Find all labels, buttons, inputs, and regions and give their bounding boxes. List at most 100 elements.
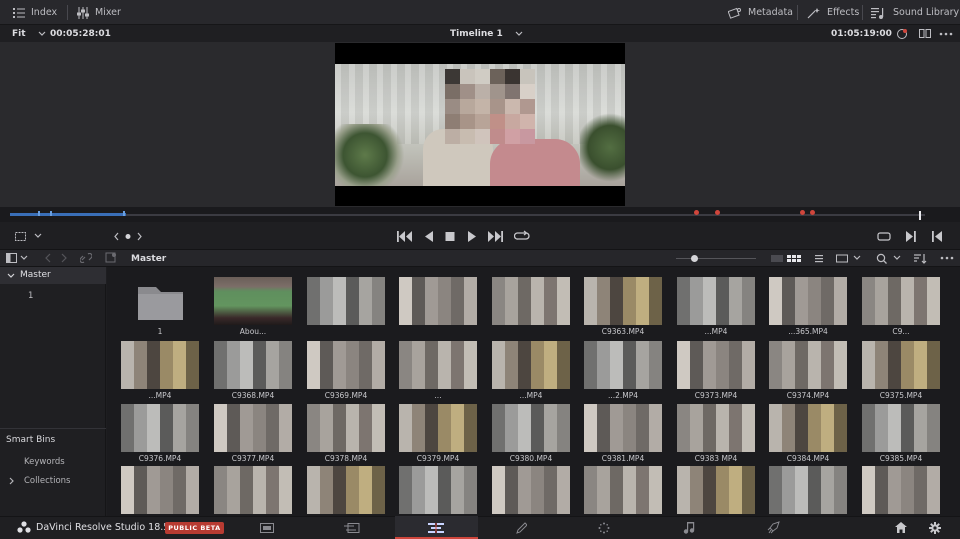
pool-options-icon[interactable] [940,255,954,261]
metadata-button[interactable]: Metadata [728,0,793,25]
media-clip-thumbnail[interactable] [307,341,385,389]
media-clip-thumbnail[interactable] [307,404,385,452]
thumbnail-size-slider[interactable] [676,258,756,259]
media-page-icon[interactable] [252,516,282,539]
media-clip-thumbnail[interactable] [492,277,570,325]
go-to-end-icon[interactable] [487,231,503,242]
clip-name-label: 1 [157,327,163,336]
media-clip-thumbnail[interactable] [769,404,847,452]
settings-gear-icon[interactable] [920,516,950,539]
media-clip-thumbnail[interactable] [399,466,477,514]
zoom-dropdown[interactable]: Fit [12,25,46,42]
clip-name-label: C9381.MP4 [601,454,645,463]
media-clip-thumbnail[interactable] [492,404,570,452]
media-clip-thumbnail[interactable] [862,404,940,452]
bin-title: Master [131,253,167,264]
sound-library-label: Sound Library [893,7,960,18]
timeline-dropdown[interactable]: Timeline 1 [450,25,523,42]
media-clip-thumbnail[interactable] [862,277,940,325]
media-clip-thumbnail[interactable] [584,404,662,452]
marker-red[interactable] [694,210,699,215]
davinci-logo-icon [17,521,31,533]
clip-view-dropdown[interactable] [836,253,864,264]
stop-icon[interactable] [445,231,455,242]
media-clip-thumbnail[interactable] [399,404,477,452]
playhead[interactable] [919,211,921,220]
effects-button[interactable]: Effects [807,0,859,25]
media-clip-thumbnail[interactable] [677,341,755,389]
scrubber-track[interactable] [10,214,925,216]
media-clip-thumbnail[interactable] [769,341,847,389]
next-edit-icon[interactable] [905,231,917,242]
clip-name-label: ... [434,391,442,400]
deliver-page-icon[interactable] [758,516,788,539]
go-to-start-icon[interactable] [397,231,413,242]
audio-sync-icon[interactable] [896,28,908,40]
media-clip-thumbnail[interactable] [862,466,940,514]
public-beta-badge: PUBLIC BETA [165,522,224,534]
folder-icon [138,287,183,320]
media-clip-thumbnail[interactable] [677,277,755,325]
media-clip-thumbnail[interactable] [121,404,199,452]
edit-page-icon[interactable] [421,516,451,539]
view-mode-toggle[interactable] [771,253,831,264]
play-reverse-icon[interactable] [424,231,434,242]
media-clip-thumbnail[interactable] [121,466,199,514]
media-clip-thumbnail[interactable] [492,341,570,389]
clip-navigator[interactable] [113,232,143,241]
sound-library-button[interactable]: Sound Library [871,0,959,25]
marker-red[interactable] [810,210,815,215]
media-clip-thumbnail[interactable] [214,277,292,325]
viewer-frame[interactable] [335,43,625,206]
marker-red[interactable] [715,210,720,215]
more-options-icon[interactable] [939,29,953,38]
fusion-page-icon[interactable] [506,516,536,539]
smart-bin-collections[interactable]: Collections [24,476,70,486]
media-clip-thumbnail[interactable] [862,341,940,389]
media-clip-thumbnail[interactable] [307,466,385,514]
prev-edit-icon[interactable] [931,231,943,242]
media-pool-grid: 1 Abou... C9363.MP4 ...MP4 ...365.MP4 C9.....… [107,267,960,516]
media-clip-thumbnail[interactable] [584,277,662,325]
media-clip-thumbnail[interactable] [584,466,662,514]
bin-folder[interactable] [121,277,199,325]
media-clip-thumbnail[interactable] [399,341,477,389]
marker-red[interactable] [800,210,805,215]
index-button[interactable]: Index [13,0,57,25]
media-clip-thumbnail[interactable] [121,341,199,389]
cut-page-icon[interactable] [337,516,367,539]
media-clip-thumbnail[interactable] [492,466,570,514]
media-clip-thumbnail[interactable] [769,277,847,325]
dual-viewer-icon[interactable] [919,29,931,38]
color-page-icon[interactable] [589,516,619,539]
media-clip-thumbnail[interactable] [584,341,662,389]
media-clip-thumbnail[interactable] [214,466,292,514]
match-frame-icon[interactable] [877,231,891,242]
panel-toggle-icon[interactable] [6,253,36,263]
sort-icon[interactable] [913,253,927,264]
link-icon[interactable] [80,253,92,263]
media-clip-thumbnail[interactable] [214,404,292,452]
slider-handle[interactable] [691,255,698,262]
nav-arrows[interactable] [44,253,72,263]
metadata-label: Metadata [748,7,793,18]
media-clip-thumbnail[interactable] [307,277,385,325]
chevron-right-icon[interactable] [9,477,15,485]
mixer-button[interactable]: Mixer [77,0,121,25]
smart-bin-keywords[interactable]: Keywords [24,457,65,467]
clip-name-label: C9376.MP4 [138,454,182,463]
search-icon[interactable] [876,253,904,264]
media-clip-thumbnail[interactable] [214,341,292,389]
media-clip-thumbnail[interactable] [677,404,755,452]
fairlight-page-icon[interactable] [674,516,704,539]
media-clip-thumbnail[interactable] [769,466,847,514]
play-icon[interactable] [467,231,477,242]
bin-tree-master[interactable]: Master [0,267,106,284]
safe-area-icon[interactable] [15,232,43,241]
bin-tree-item-1[interactable]: 1 [28,291,33,301]
loop-icon[interactable] [514,230,530,242]
media-clip-thumbnail[interactable] [677,466,755,514]
filter-icon[interactable] [105,252,117,264]
home-icon[interactable] [886,516,916,539]
media-clip-thumbnail[interactable] [399,277,477,325]
